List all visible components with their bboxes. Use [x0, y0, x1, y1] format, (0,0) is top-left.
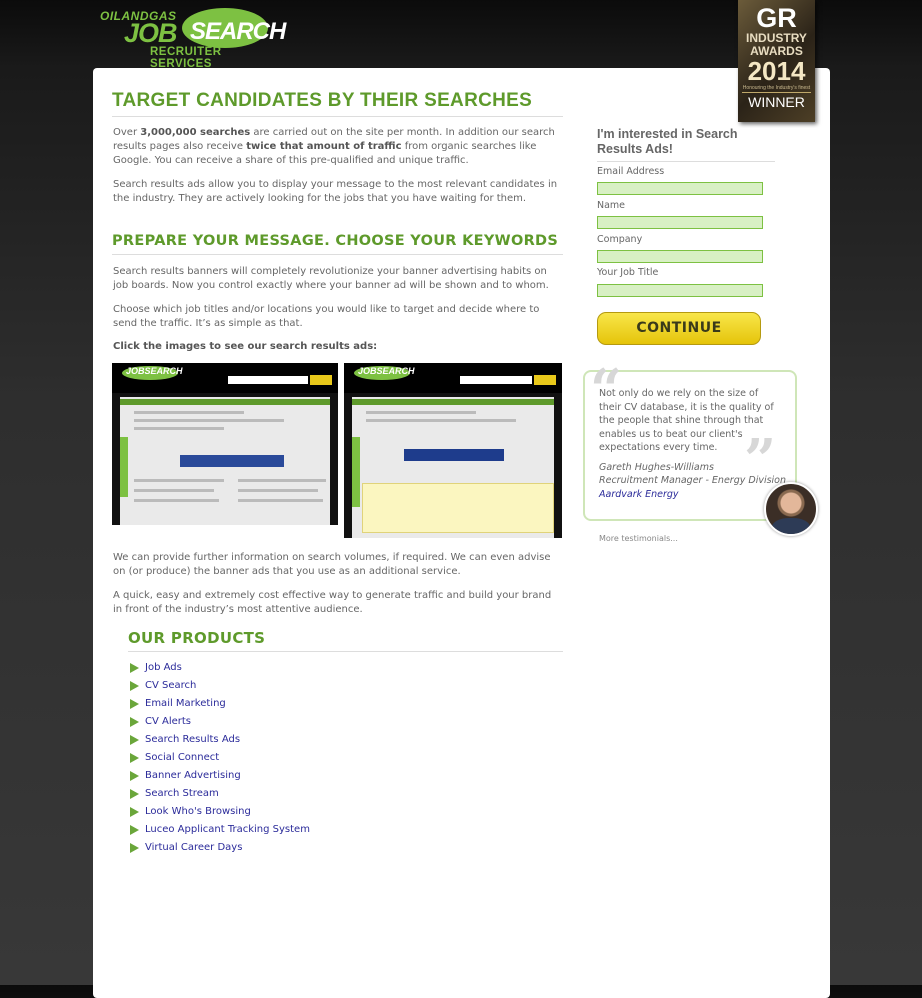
- search-results-screenshot-2[interactable]: JOBSEARCH: [344, 363, 562, 538]
- thumb-line: [134, 419, 284, 422]
- thumb-page: [120, 397, 330, 525]
- logo-line-job: JOB: [124, 18, 178, 48]
- product-link[interactable]: Social Connect: [145, 752, 219, 763]
- product-link[interactable]: CV Alerts: [145, 716, 191, 727]
- intro-paragraph: Over 3,000,000 searches are carried out …: [113, 126, 563, 168]
- job-title-field[interactable]: [597, 284, 763, 297]
- thumb-search-box: [460, 376, 532, 384]
- thumb-line: [366, 419, 516, 422]
- testimonial-company-link[interactable]: Aardvark Energy: [599, 489, 679, 500]
- thumb-search-box: [228, 376, 308, 384]
- testimonial-role: Recruitment Manager - Energy Division: [599, 475, 787, 486]
- logo-line-search: SEARCH: [190, 18, 286, 45]
- product-link[interactable]: Job Ads: [145, 662, 182, 673]
- form-divider: [597, 161, 775, 162]
- award-gr-mark: GR: [756, 3, 797, 33]
- click-images-label: Click the images to see our search resul…: [113, 341, 378, 352]
- thumb-side-tab: [120, 437, 128, 497]
- site-logo[interactable]: OILANDGAS JOB SEARCH RECRUITER SERVICES: [100, 6, 286, 70]
- thumb-banner-ad: [180, 455, 284, 467]
- thumb-line: [238, 479, 326, 482]
- thumb-side-tab: [352, 437, 360, 507]
- thumb-logo-text: JOBSEARCH: [126, 366, 183, 376]
- thumb-line: [134, 411, 244, 414]
- section-divider: [112, 254, 563, 255]
- section-title-prepare: PREPARE YOUR MESSAGE. CHOOSE YOUR KEYWOR…: [112, 233, 559, 249]
- thumb-line: [134, 479, 224, 482]
- bullet-arrow-icon: [130, 735, 139, 745]
- thumb-line: [134, 489, 214, 492]
- bullet-arrow-icon: [130, 807, 139, 817]
- email-field[interactable]: [597, 182, 763, 195]
- company-field[interactable]: [597, 250, 763, 263]
- award-subtitle: Honouring the Industry's finest: [742, 85, 811, 91]
- bullet-arrow-icon: [130, 699, 139, 709]
- thumb-green-bar: [120, 399, 330, 405]
- testimonial-quote: Not only do we rely on the size of their…: [599, 388, 774, 453]
- thumb-search-button: [534, 375, 556, 385]
- avatar-shirt: [772, 518, 810, 534]
- intro-bold-searches: 3,000,000 searches: [140, 127, 251, 138]
- thumb-green-bar: [352, 399, 554, 405]
- paragraph-further-info: We can provide further information on se…: [113, 552, 551, 577]
- thumb-logo-text: JOBSEARCH: [358, 366, 415, 376]
- product-link[interactable]: CV Search: [145, 680, 196, 691]
- thumb-line: [238, 499, 323, 502]
- job-title-label: Your Job Title: [597, 267, 659, 278]
- testimonial-name: Gareth Hughes-Williams: [599, 462, 714, 473]
- bullet-arrow-icon: [130, 717, 139, 727]
- page-title: TARGET CANDIDATES BY THEIR SEARCHES: [112, 90, 533, 111]
- intro-text-1: Over: [113, 127, 141, 138]
- thumb-line: [134, 499, 219, 502]
- continue-button[interactable]: CONTINUE: [597, 312, 761, 345]
- thumb-highlighted-result: [362, 483, 554, 533]
- name-label: Name: [597, 200, 626, 211]
- logo-line-recruiter-services: RECRUITER SERVICES: [150, 46, 222, 70]
- award-year: 2014: [747, 56, 806, 86]
- bullet-arrow-icon: [130, 753, 139, 763]
- product-link[interactable]: Email Marketing: [145, 698, 226, 709]
- paragraph-choose-titles: Choose which job titles and/or locations…: [113, 304, 540, 329]
- paragraph-banners: Search results banners will completely r…: [113, 266, 549, 291]
- more-testimonials-link[interactable]: More testimonials...: [599, 534, 678, 543]
- name-field[interactable]: [597, 216, 763, 229]
- thumb-search-button: [310, 375, 332, 385]
- award-winner: WINNER: [742, 92, 811, 111]
- products-divider: [128, 651, 563, 652]
- industry-awards-badge: GR INDUSTRY AWARDS 2014 Honouring the In…: [738, 0, 815, 122]
- bullet-arrow-icon: [130, 681, 139, 691]
- bullet-arrow-icon: [130, 663, 139, 673]
- search-results-screenshot-1[interactable]: JOBSEARCH: [112, 363, 338, 525]
- product-link[interactable]: Search Results Ads: [145, 734, 240, 745]
- paragraph-quick-easy: A quick, easy and extremely cost effecti…: [113, 590, 552, 615]
- paragraph-search-ads: Search results ads allow you to display …: [113, 179, 558, 204]
- product-link[interactable]: Banner Advertising: [145, 770, 241, 781]
- bullet-arrow-icon: [130, 789, 139, 799]
- thumb-page: [352, 397, 554, 538]
- intro-bold-traffic: twice that amount of traffic: [246, 141, 402, 152]
- avatar: [764, 482, 818, 536]
- product-link[interactable]: Luceo Applicant Tracking System: [145, 824, 310, 835]
- bullet-arrow-icon: [130, 843, 139, 853]
- thumb-banner-ad: [404, 449, 504, 461]
- form-title: I'm interested in Search Results Ads!: [597, 127, 738, 156]
- bullet-arrow-icon: [130, 771, 139, 781]
- title-divider: [112, 116, 563, 117]
- products-title: OUR PRODUCTS: [128, 629, 266, 647]
- product-link[interactable]: Look Who's Browsing: [145, 806, 251, 817]
- thumb-line: [366, 411, 476, 414]
- product-link[interactable]: Virtual Career Days: [145, 842, 242, 853]
- product-link[interactable]: Search Stream: [145, 788, 219, 799]
- company-label: Company: [597, 234, 643, 245]
- email-label: Email Address: [597, 166, 665, 177]
- bullet-arrow-icon: [130, 825, 139, 835]
- thumb-line: [134, 427, 224, 430]
- thumb-line: [238, 489, 318, 492]
